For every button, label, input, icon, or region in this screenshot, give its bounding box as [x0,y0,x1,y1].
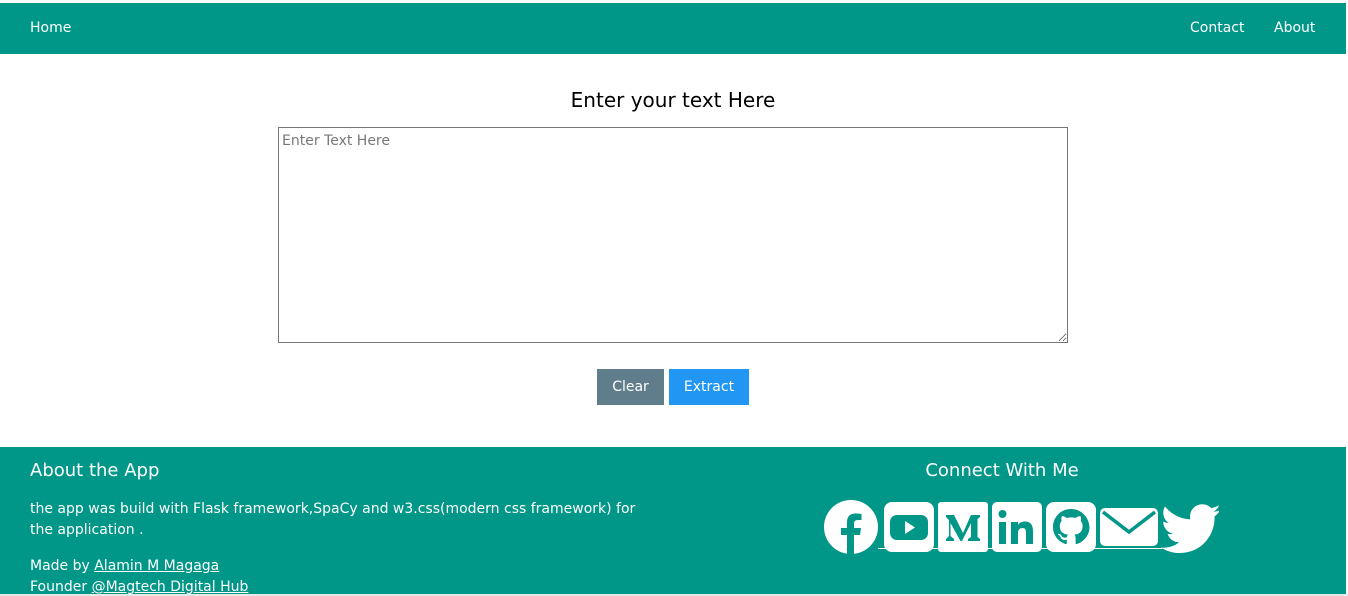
linkedin-icon [992,502,1042,552]
facebook-icon [824,500,878,554]
youtube-link[interactable] [883,499,935,555]
email-link[interactable] [1099,499,1159,555]
nav-contact-link[interactable]: Contact [1175,3,1259,54]
twitter-icon [1161,504,1219,553]
email-icon [1100,508,1158,546]
github-icon [1046,502,1096,552]
twitter-link[interactable] [1161,499,1219,555]
clear-button[interactable]: Clear [597,369,664,405]
company-link[interactable]: @Magtech Digital Hub [92,579,249,595]
founder-prefix: Founder [30,579,92,595]
about-title: About the App [30,460,160,481]
linkedin-link[interactable] [991,499,1043,555]
text-input[interactable] [278,127,1068,343]
github-link[interactable] [1045,499,1097,555]
youtube-icon [884,502,934,552]
facebook-link[interactable] [823,499,880,555]
extract-button[interactable]: Extract [669,369,749,405]
medium-link[interactable] [937,499,989,555]
made-by-prefix: Made by [30,558,95,574]
nav-about-link[interactable]: About [1259,3,1330,54]
connect-title: Connect With Me [925,460,1079,481]
medium-icon [938,502,988,552]
page: Home Contact About Enter your text Here … [0,0,1348,596]
author-link[interactable]: Alamin M Magaga [94,558,219,574]
footer: About the App the app was build with Fla… [0,447,1346,596]
nav-home-link[interactable]: Home [15,3,86,54]
made-by-line: Made by Alamin M Magaga [30,556,219,577]
navbar: Home Contact About [0,3,1346,54]
page-title: Enter your text Here [570,88,776,112]
about-text: the app was build with Flask framework,S… [30,501,636,538]
